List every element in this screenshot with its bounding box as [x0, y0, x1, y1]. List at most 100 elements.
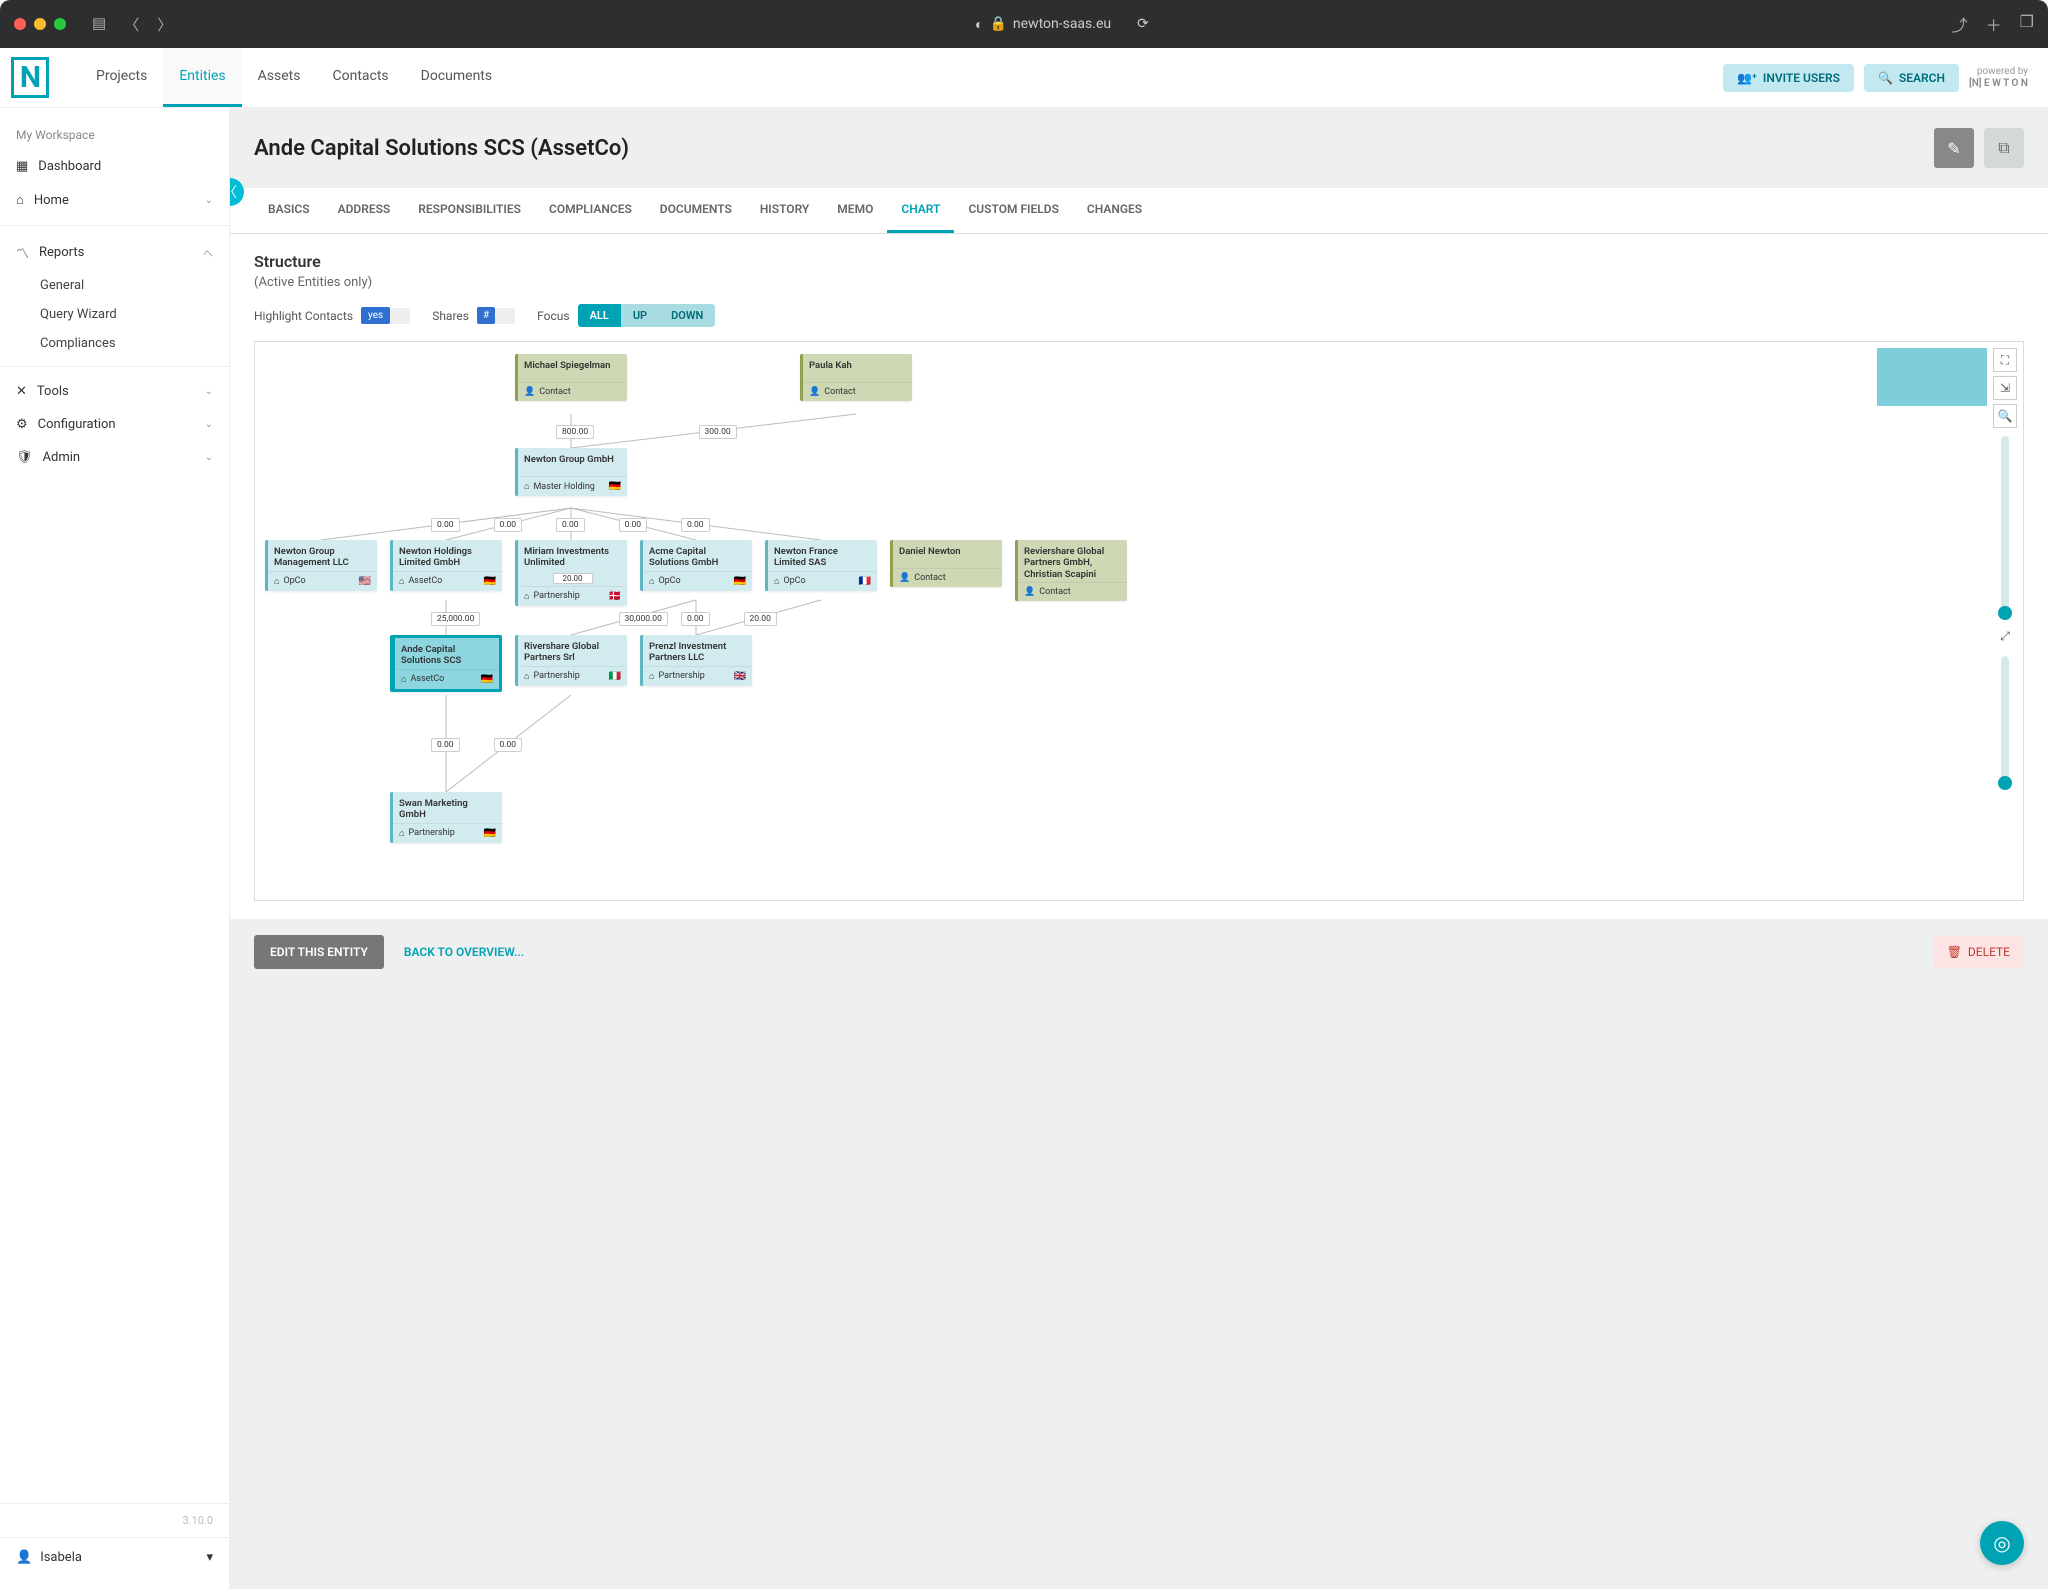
chart-node[interactable]: Swan Marketing GmbH⌂Partnership🇩🇪	[390, 792, 502, 843]
flag-icon: 🇩🇪	[484, 828, 496, 839]
chevron-down-icon: ⌄	[205, 195, 213, 206]
browser-nav-icons[interactable]: ▤ 〈 〉	[92, 14, 172, 35]
nav-tab-contacts[interactable]: Contacts	[316, 48, 404, 107]
chevron-up-icon: ヘ	[203, 245, 213, 260]
sidebar-toggle-icon[interactable]: ▤	[92, 14, 106, 35]
focus-segmented[interactable]: ALLUPDOWN	[578, 304, 716, 327]
chart-node[interactable]: Reviershare Global Partners GmbH, Christ…	[1015, 540, 1127, 601]
highlight-contacts-toggle[interactable]: yes	[361, 307, 410, 324]
sidebar-item-configuration[interactable]: ⚙Configuration⌄	[0, 408, 229, 441]
bottom-bar: EDIT THIS ENTITY BACK TO OVERVIEW... 🗑 D…	[230, 919, 2048, 985]
subtab-custom-fields[interactable]: CUSTOM FIELDS	[954, 188, 1072, 233]
invite-icon: 👥⁺	[1737, 71, 1757, 85]
sidebar-item-admin[interactable]: 🛡Admin⌄	[0, 441, 229, 474]
sidebar: My Workspace ▦Dashboard⌂Home⌄ 〽 Reports …	[0, 108, 230, 1589]
subtab-memo[interactable]: MEMO	[823, 188, 887, 233]
sidebar-reports[interactable]: 〽 Reports ヘ	[0, 234, 229, 271]
subtab-documents[interactable]: DOCUMENTS	[646, 188, 746, 233]
fullscreen-button[interactable]: ⛶	[1993, 348, 2017, 372]
edge-label: 0.00	[619, 518, 648, 532]
home-icon: ⌂	[524, 591, 529, 602]
nav-tab-entities[interactable]: Entities	[163, 48, 241, 107]
subtab-history[interactable]: HISTORY	[746, 188, 823, 233]
sidebar-item-home[interactable]: ⌂Home⌄	[0, 183, 229, 217]
subtab-address[interactable]: ADDRESS	[324, 188, 405, 233]
help-fab[interactable]: ◎	[1980, 1521, 2024, 1565]
nav-tab-projects[interactable]: Projects	[80, 48, 163, 107]
export-button[interactable]: ⇲	[1993, 376, 2017, 400]
nav-tab-documents[interactable]: Documents	[405, 48, 508, 107]
chart-node[interactable]: Ande Capital Solutions SCS⌂AssetCo🇩🇪	[390, 635, 502, 692]
zoom-search-button[interactable]: 🔍	[1993, 404, 2017, 428]
chart-node[interactable]: Michael Spiegelman👤Contact	[515, 354, 627, 401]
logo[interactable]: N	[0, 48, 60, 108]
sidebar-sub-compliances[interactable]: Compliances	[0, 329, 229, 358]
reports-icon: 〽	[16, 243, 29, 262]
zoom-slider-bottom[interactable]	[2001, 656, 2009, 786]
chart-node[interactable]: Rivershare Global Partners Srl⌂Partnersh…	[515, 635, 627, 686]
copy-button[interactable]: ⧉	[1984, 128, 2024, 168]
subtab-responsibilities[interactable]: RESPONSIBILITIES	[404, 188, 535, 233]
edit-entity-button[interactable]: EDIT THIS ENTITY	[254, 935, 384, 969]
minimap[interactable]	[1877, 348, 1987, 406]
focus-label: Focus	[537, 309, 569, 323]
forward-icon[interactable]: 〉	[157, 14, 172, 35]
shares-toggle[interactable]: #	[477, 307, 515, 324]
chart-node[interactable]: Acme Capital Solutions GmbH⌂OpCo🇩🇪	[640, 540, 752, 591]
chart-node[interactable]: Newton Group Management LLC⌂OpCo🇺🇸	[265, 540, 377, 591]
subtab-basics[interactable]: BASICS	[254, 188, 324, 233]
edge-label: 0.00	[556, 518, 585, 532]
tabs-icon[interactable]: ❐	[2020, 12, 2034, 36]
chart-node[interactable]: Newton Group GmbH⌂Master Holding🇩🇪	[515, 448, 627, 496]
subtab-changes[interactable]: CHANGES	[1073, 188, 1156, 233]
chart-node[interactable]: Miriam Investments Unlimited20.00⌂Partne…	[515, 540, 627, 606]
delete-label: DELETE	[1968, 945, 2010, 959]
chart-node[interactable]: Newton France Limited SAS⌂OpCo🇫🇷	[765, 540, 877, 591]
share-icon[interactable]: ⤴	[1952, 12, 1968, 36]
edge-label: 30,000.00	[619, 612, 668, 626]
focus-up[interactable]: UP	[621, 304, 659, 327]
url-text: newton-saas.eu	[1013, 16, 1111, 32]
sidebar-item-dashboard[interactable]: ▦Dashboard	[0, 150, 229, 183]
sidebar-sub-general[interactable]: General	[0, 271, 229, 300]
edit-button[interactable]: ✎	[1934, 128, 1974, 168]
home-icon: ⌂	[649, 576, 654, 587]
home-icon: ⌂	[649, 671, 654, 682]
chart-node[interactable]: Paula Kah👤Contact	[800, 354, 912, 401]
back-icon[interactable]: 〈	[124, 14, 139, 35]
chart-canvas[interactable]: ⛶ ⇲ 🔍 ⤢ Michael Spiegelman👤Contact Paula …	[254, 341, 2024, 901]
subtab-chart[interactable]: CHART	[887, 188, 954, 233]
tools-icon: ✕	[16, 384, 27, 399]
search-icon: 🔍	[1878, 71, 1893, 85]
edge-label: 0.00	[431, 518, 460, 532]
nav-tab-assets[interactable]: Assets	[242, 48, 317, 107]
reload-icon[interactable]: ⟳	[1137, 16, 1149, 32]
flag-icon: 🇫🇷	[859, 576, 871, 587]
window-controls[interactable]	[14, 18, 66, 30]
sidebar-sub-query-wizard[interactable]: Query Wizard	[0, 300, 229, 329]
chart-node[interactable]: Prenzl Investment Partners LLC⌂Partnersh…	[640, 635, 752, 686]
user-menu[interactable]: 👤 Isabela ▾	[0, 1537, 229, 1577]
shares-label: Shares	[432, 309, 469, 323]
sidebar-item-tools[interactable]: ✕Tools⌄	[0, 375, 229, 408]
copy-icon: ⧉	[1998, 138, 2009, 158]
url-bar[interactable]: ◐ 🔒 newton-saas.eu ⟳	[180, 16, 1943, 33]
search-label: SEARCH	[1899, 71, 1945, 85]
delete-button[interactable]: 🗑 DELETE	[1933, 936, 2024, 968]
subtab-compliances[interactable]: COMPLIANCES	[535, 188, 646, 233]
invite-users-button[interactable]: 👥⁺ INVITE USERS	[1723, 64, 1854, 92]
zoom-slider-top[interactable]	[2001, 436, 2009, 616]
chart-node[interactable]: Daniel Newton👤Contact	[890, 540, 1002, 587]
back-to-overview-link[interactable]: BACK TO OVERVIEW...	[404, 945, 524, 959]
new-tab-icon[interactable]: ＋	[1986, 12, 2002, 36]
home-icon: ⌂	[399, 828, 404, 839]
home-icon: ⌂	[399, 576, 404, 587]
focus-all[interactable]: ALL	[578, 304, 621, 327]
fit-button[interactable]: ⤢	[1993, 624, 2017, 648]
focus-down[interactable]: DOWN	[659, 304, 715, 327]
chart-node[interactable]: Newton Holdings Limited GmbH⌂AssetCo🇩🇪	[390, 540, 502, 591]
user-name: Isabela	[40, 1550, 82, 1565]
edge-label: 0.00	[494, 518, 523, 532]
search-button[interactable]: 🔍 SEARCH	[1864, 64, 1959, 92]
home-icon: ⌂	[274, 576, 279, 587]
